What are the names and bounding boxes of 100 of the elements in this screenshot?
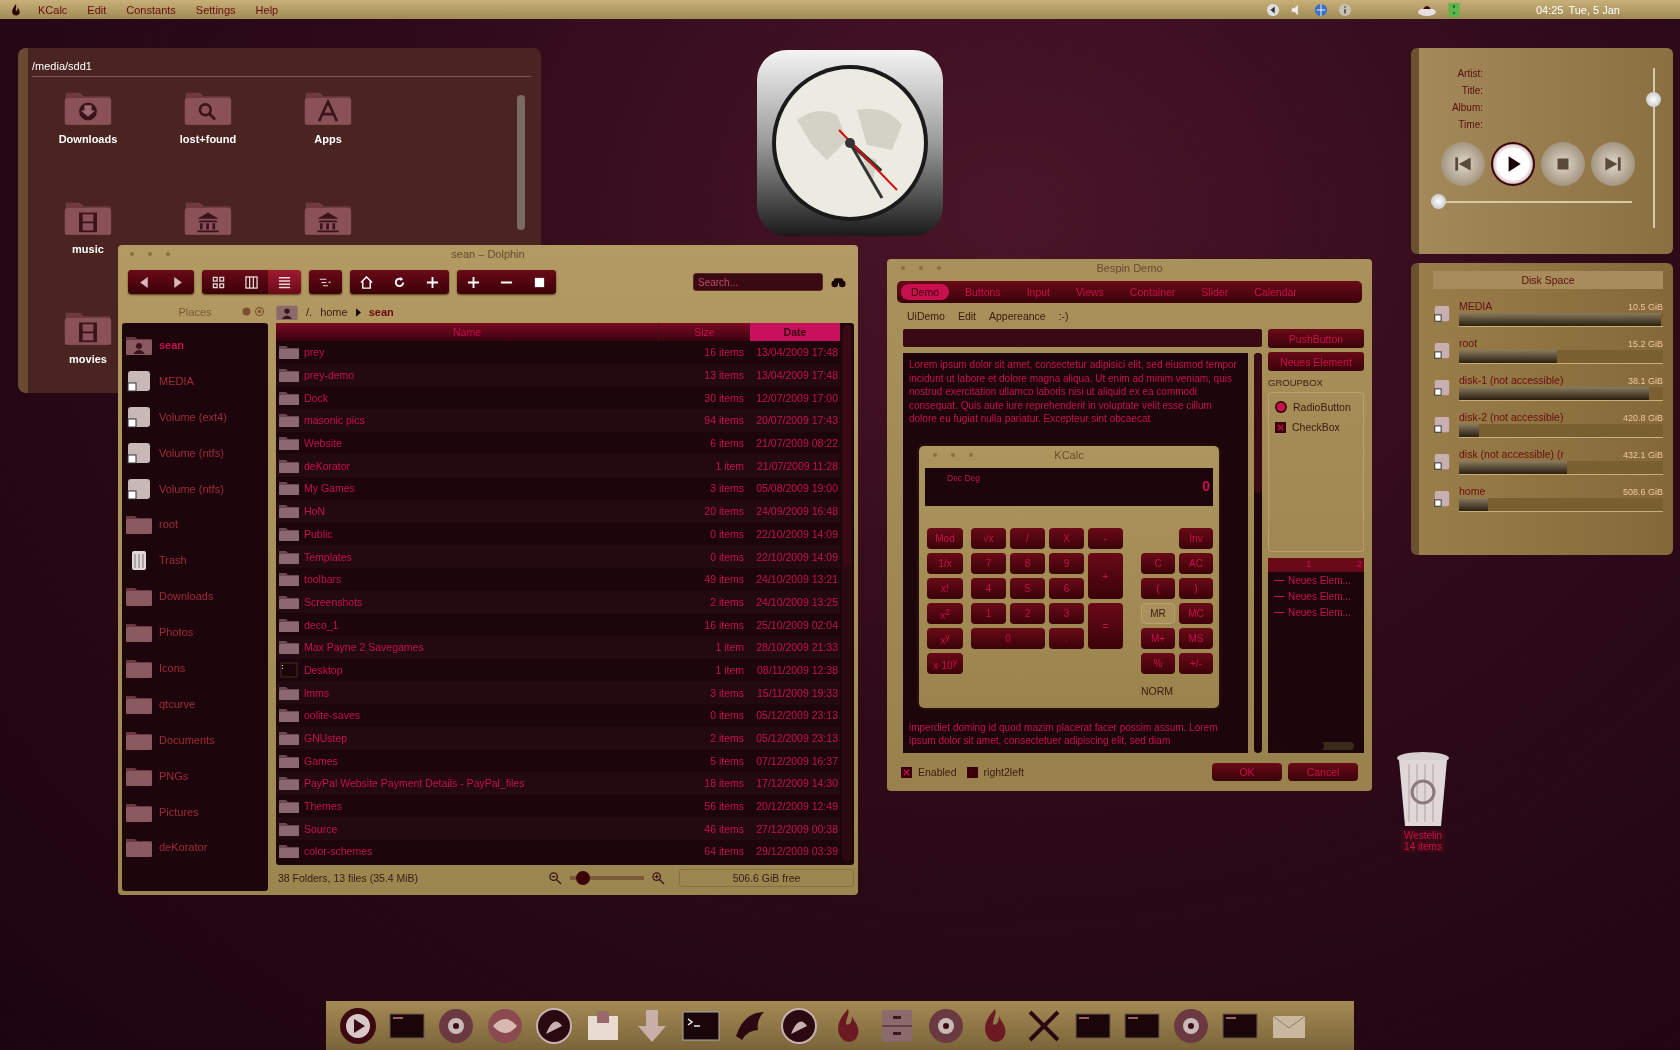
battery-icon[interactable] (1446, 2, 1461, 17)
calculator-key[interactable]: √x (971, 528, 1006, 549)
calculator-key[interactable]: x! (927, 578, 963, 599)
menu-item[interactable]: Edit (957, 310, 977, 322)
calculator-key[interactable]: . (1049, 628, 1084, 649)
calculator-key[interactable]: = (1088, 603, 1123, 649)
file-name[interactable]: PayPal Website Payment Details - PayPal_files (304, 777, 658, 790)
column-header[interactable]: Name (276, 323, 658, 341)
stop-button[interactable] (523, 270, 556, 294)
menu-item[interactable]: Settings (195, 3, 236, 16)
push-button[interactable]: PushButton (1268, 329, 1364, 348)
place-item[interactable]: sean (125, 327, 265, 363)
place-item[interactable]: qtcurve (125, 685, 265, 722)
calculator-key[interactable]: 6 (1049, 578, 1084, 599)
cancel-button[interactable]: Cancel (1288, 763, 1358, 781)
plus-button[interactable] (457, 270, 490, 294)
place-item[interactable]: Volume (ntfs) (125, 470, 265, 507)
play-button[interactable] (1491, 142, 1535, 186)
place-item[interactable]: Trash (125, 542, 265, 579)
place-item[interactable]: MEDIA (125, 362, 265, 399)
file-name[interactable]: Templates (304, 550, 658, 563)
sort-menu-button[interactable] (309, 270, 342, 294)
tree-item[interactable]: Neues Elem... (1288, 606, 1351, 618)
calculator-key[interactable]: 1 (971, 603, 1006, 624)
file-name[interactable]: Themes (304, 800, 658, 813)
radio-button[interactable] (1275, 401, 1287, 413)
file-name[interactable]: prey (304, 346, 658, 359)
round-app-icon[interactable] (779, 1005, 819, 1046)
calculator-key[interactable]: x·10$^{y}$ (927, 653, 963, 674)
play-icon[interactable] (338, 1005, 378, 1046)
search-field[interactable]: Search... (693, 273, 823, 291)
breadcrumb-item[interactable]: sean (368, 306, 394, 318)
place-item[interactable]: Icons (125, 650, 265, 686)
place-item[interactable]: Documents (125, 721, 265, 758)
next-button[interactable] (1591, 142, 1635, 186)
tab[interactable]: Slider (1191, 284, 1239, 300)
close-icon[interactable] (255, 307, 264, 316)
file-name[interactable]: Public (304, 527, 658, 540)
file-name[interactable]: Dock (304, 391, 658, 404)
calculator-key[interactable]: 5 (1010, 578, 1045, 599)
tab[interactable]: Demo (901, 284, 949, 300)
home-button[interactable] (350, 270, 383, 294)
calculator-key[interactable]: x$^{2}$ (927, 603, 963, 624)
menu-item[interactable]: Constants (126, 3, 176, 16)
file-name[interactable]: deco_1 (304, 618, 658, 631)
file-name[interactable]: Source (304, 822, 658, 835)
scrollbar[interactable] (1254, 353, 1262, 753)
file-name[interactable]: masonic pics (304, 414, 658, 427)
file-name[interactable]: prey-demo (304, 369, 658, 382)
tab[interactable]: Calendar (1244, 284, 1307, 300)
calculator-key[interactable]: C (1141, 553, 1175, 574)
calculator-key[interactable]: +/- (1179, 653, 1213, 674)
calculator-key[interactable]: AC (1179, 553, 1213, 574)
calculator-key[interactable]: MS (1179, 628, 1213, 649)
place-item[interactable]: root (125, 506, 265, 543)
binoculars-icon[interactable] (831, 276, 846, 288)
calculator-key[interactable]: ) (1179, 578, 1213, 599)
file-name[interactable]: GNUstep (304, 732, 658, 745)
menu-item[interactable]: UiDemo (907, 310, 945, 322)
calculator-key[interactable]: 2 (1010, 603, 1045, 624)
calculator-key[interactable]: X (1049, 528, 1084, 549)
calculator-key[interactable]: 7 (971, 553, 1006, 574)
menu-item[interactable]: Help (255, 3, 279, 16)
calculator-key[interactable]: + (1088, 553, 1123, 599)
calculator-key[interactable]: M+ (1141, 628, 1175, 649)
menu-item[interactable]: :-) (1058, 310, 1069, 322)
scrollbar[interactable] (842, 325, 852, 861)
calculator-key[interactable]: Inv (1179, 528, 1213, 549)
ok-button[interactable]: OK (1212, 763, 1282, 781)
calculator-key[interactable]: Mod (927, 528, 963, 549)
menu-item[interactable]: Appereance (989, 310, 1046, 322)
column-header[interactable]: 2 (1356, 558, 1362, 572)
file-name[interactable]: Screenshots (304, 595, 658, 608)
place-item[interactable]: Downloads (125, 578, 265, 615)
place-item[interactable]: PNGs (125, 757, 265, 794)
tab[interactable]: Views (1066, 284, 1114, 300)
tree-item[interactable]: Neues Elem... (1288, 574, 1351, 586)
file-name[interactable]: toolbars (304, 573, 658, 586)
place-item[interactable]: Pictures (125, 793, 265, 830)
calculator-key[interactable]: / (1010, 528, 1045, 549)
calculator-key[interactable]: 0 (971, 628, 1045, 649)
scrollbar[interactable] (1278, 742, 1354, 750)
place-item[interactable]: Volume (ext4) (125, 398, 265, 435)
file-name[interactable]: Max Payne 2 Savegames (304, 641, 658, 654)
calculator-key[interactable]: 9 (1049, 553, 1084, 574)
menu-item[interactable]: Edit (87, 3, 107, 16)
checkbox[interactable] (1275, 421, 1286, 433)
file-name[interactable]: deKorator (304, 459, 658, 472)
file-name[interactable]: Games (304, 754, 658, 767)
file-name[interactable]: oolite-saves (304, 709, 658, 722)
checkbox[interactable] (966, 766, 978, 778)
calculator-key[interactable]: MC (1179, 603, 1213, 624)
calculator-key[interactable]: 4 (971, 578, 1006, 599)
columns-view-button[interactable] (235, 270, 268, 294)
tab[interactable]: Buttons (955, 284, 1011, 300)
calculator-key[interactable]: - (1088, 528, 1123, 549)
calculator-key[interactable]: 1/x (927, 553, 963, 574)
calculator-key[interactable]: ( (1141, 578, 1175, 599)
back-button[interactable] (128, 270, 161, 294)
scrollbar[interactable] (517, 95, 525, 230)
